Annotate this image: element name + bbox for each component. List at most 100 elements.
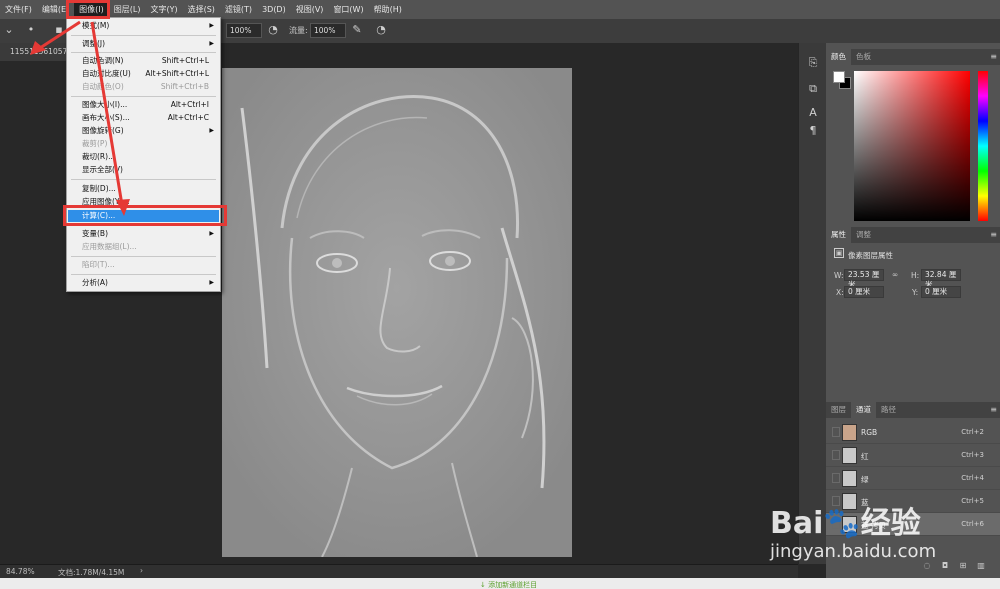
properties-title: 像素图层属性 (848, 251, 893, 260)
menu-item-label: 应用数据组(L)... (82, 242, 137, 251)
height-field[interactable]: 32.84 厘米 (921, 269, 961, 289)
menu-separator (71, 179, 216, 180)
menu-help[interactable]: 帮助(H) (369, 0, 407, 19)
brush-icon[interactable]: • (24, 23, 38, 37)
submenu-arrow-icon: ▶ (209, 40, 214, 47)
menu-3d[interactable]: 3D(D) (257, 0, 291, 19)
menu-filter[interactable]: 滤镜(T) (220, 0, 257, 19)
submenu-arrow-icon: ▶ (209, 127, 214, 134)
tab-color[interactable]: 颜色 (826, 49, 851, 65)
visibility-icon[interactable] (832, 450, 840, 460)
document-tab[interactable]: 11551156105773 (0, 43, 68, 61)
doc-size-readout: 文档:1.78M/4.15M (58, 568, 125, 577)
opacity-select[interactable]: 100% (226, 23, 262, 38)
zoom-readout[interactable]: 84.78% (6, 567, 35, 576)
menu-item-trap: 陷印(T)... (68, 259, 219, 271)
visibility-icon[interactable] (832, 427, 840, 437)
menu-view[interactable]: 视图(V) (291, 0, 329, 19)
width-field[interactable]: 23.53 厘米 (844, 269, 884, 289)
menu-item-label: 图像大小(I)... (82, 100, 128, 109)
menu-item-image-size[interactable]: 图像大小(I)... Alt+Ctrl+I (68, 99, 219, 111)
w-label: W: (834, 271, 844, 280)
tab-channels[interactable]: 通道 (851, 402, 876, 418)
status-menu-arrow[interactable]: › (140, 566, 143, 575)
submenu-arrow-icon: ▶ (209, 279, 214, 286)
airbrush-icon[interactable]: ✎ (350, 23, 364, 37)
menu-item-auto-tone[interactable]: 自动色调(N) Shift+Ctrl+L (68, 55, 219, 67)
channel-shortcut: Ctrl+2 (961, 428, 984, 436)
watermark-url: jingyan.baidu.com (770, 541, 937, 562)
hue-slider[interactable] (978, 71, 988, 221)
visibility-icon[interactable] (832, 473, 840, 483)
flow-select[interactable]: 100% (310, 23, 346, 38)
channel-row-green[interactable]: 绿 Ctrl+4 (826, 467, 1000, 490)
actions-icon[interactable]: ⧉ (805, 81, 821, 97)
properties-panel-tabs: 属性 调整 ≡ (826, 227, 1000, 243)
menu-item-mode[interactable]: 模式(M) ▶ (68, 20, 219, 32)
brush-panel-icon[interactable]: ▪ (52, 23, 66, 37)
tab-properties[interactable]: 属性 (826, 227, 851, 243)
baidu-watermark: Bai🐾经验 jingyan.baidu.com (770, 498, 995, 573)
menu-item-label: 图像旋转(G) (82, 126, 124, 135)
properties-panel-menu-icon[interactable]: ≡ (990, 230, 997, 239)
watermark-logo: Bai🐾经验 (770, 506, 921, 541)
pressure-size-icon[interactable]: ◔ (374, 23, 388, 37)
menu-item-duplicate[interactable]: 复制(D)... (68, 183, 219, 195)
menu-item-variables[interactable]: 变量(B) ▶ (68, 228, 219, 240)
menu-item-label: 自动颜色(O) (82, 82, 124, 91)
menu-item-trim[interactable]: 裁切(R)... (68, 151, 219, 163)
menu-item-apply-data-set: 应用数据组(L)... (68, 241, 219, 253)
tab-layers[interactable]: 图层 (826, 402, 851, 418)
menu-item-shortcut: Alt+Ctrl+I (170, 100, 209, 109)
channel-row-red[interactable]: 红 Ctrl+3 (826, 444, 1000, 467)
x-label: X: (836, 288, 844, 297)
tab-paths[interactable]: 路径 (876, 402, 901, 418)
bottom-strip-text: ↓ 添加新通道栏目 (480, 581, 538, 589)
menu-separator (71, 256, 216, 257)
color-panel-tabs: 颜色 色板 ≡ (826, 49, 1000, 65)
menu-item-canvas-size[interactable]: 画布大小(S)... Alt+Ctrl+C (68, 112, 219, 124)
tab-adjustments[interactable]: 调整 (851, 227, 876, 243)
color-panel: 颜色 色板 ≡ (826, 49, 1000, 229)
submenu-arrow-icon: ▶ (209, 230, 214, 237)
tool-preset-icon[interactable]: ⌄ (2, 23, 16, 37)
history-icon[interactable]: ⎘ (805, 55, 821, 71)
paragraph-icon[interactable]: ¶ (805, 123, 821, 139)
annotation-box-calculations (63, 205, 227, 226)
x-field[interactable]: 0 厘米 (844, 286, 884, 298)
character-icon[interactable]: A (805, 105, 821, 121)
foreground-color-swatch[interactable] (833, 71, 845, 83)
link-icon[interactable]: ∞ (892, 270, 898, 279)
channel-thumbnail (842, 447, 857, 464)
menu-item-auto-contrast[interactable]: 自动对比度(U) Alt+Shift+Ctrl+L (68, 68, 219, 80)
menu-item-label: 自动对比度(U) (82, 69, 131, 78)
menu-item-reveal-all[interactable]: 显示全部(V) (68, 164, 219, 176)
y-field[interactable]: 0 厘米 (921, 286, 961, 298)
menu-item-label: 裁剪(P) (82, 139, 108, 148)
channel-row-rgb[interactable]: RGB Ctrl+2 (826, 421, 1000, 444)
menu-file[interactable]: 文件(F) (0, 0, 37, 19)
menu-separator (71, 274, 216, 275)
menu-item-label: 复制(D)... (82, 184, 116, 193)
menu-item-adjust[interactable]: 调整(J) ▶ (68, 38, 219, 50)
menu-item-shortcut: Shift+Ctrl+B (160, 82, 209, 91)
pressure-opacity-icon[interactable]: ◔ (266, 23, 280, 37)
menu-item-label: 画布大小(S)... (82, 113, 130, 122)
image-canvas[interactable] (222, 68, 572, 557)
menu-item-shortcut: Alt+Shift+Ctrl+L (145, 69, 209, 78)
menu-separator (71, 35, 216, 36)
menu-item-label: 裁切(R)... (82, 152, 116, 161)
color-panel-menu-icon[interactable]: ≡ (990, 52, 997, 61)
menu-window[interactable]: 窗口(W) (328, 0, 368, 19)
properties-panel: 属性 调整 ≡ ▣ 像素图层属性 W: 23.53 厘米 ∞ H: 32.84 … (826, 227, 1000, 401)
color-picker-field[interactable] (854, 71, 970, 221)
channels-panel-menu-icon[interactable]: ≡ (990, 405, 997, 414)
menu-item-label: 调整(J) (82, 39, 106, 48)
menu-item-analysis[interactable]: 分析(A) ▶ (68, 277, 219, 289)
channels-panel-tabs: 图层 通道 路径 ≡ (826, 402, 1000, 418)
menu-item-image-rotation[interactable]: 图像旋转(G) ▶ (68, 125, 219, 137)
tab-swatches[interactable]: 色板 (851, 49, 876, 65)
flow-label: 流量: (289, 26, 308, 35)
channel-shortcut: Ctrl+4 (961, 474, 984, 482)
pixel-layer-icon: ▣ (834, 248, 844, 258)
